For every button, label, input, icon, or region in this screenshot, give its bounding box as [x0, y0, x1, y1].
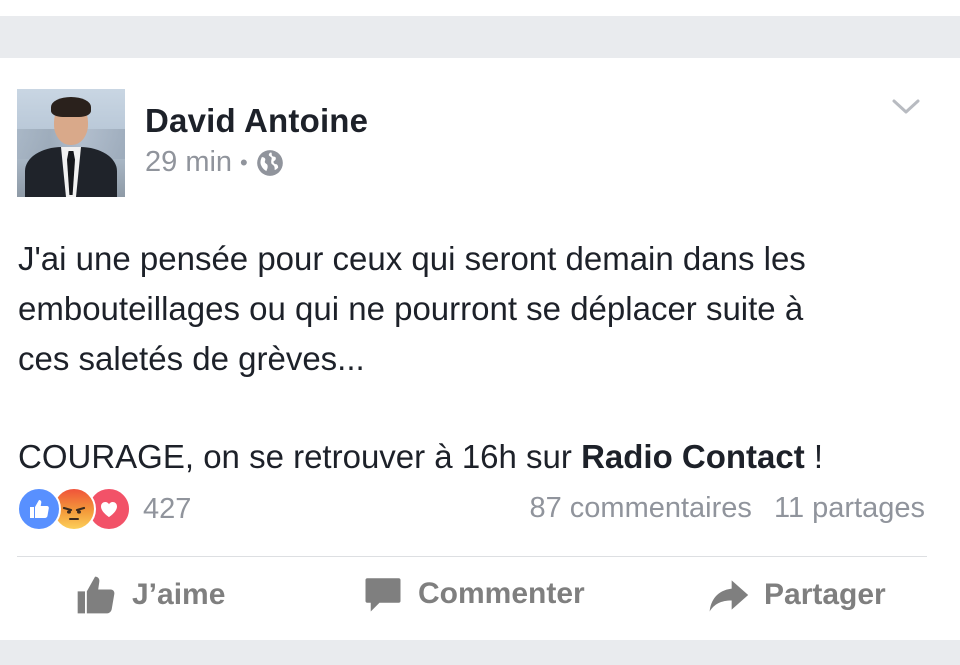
post-timestamp[interactable]: 29 min	[145, 146, 232, 179]
post-line: J'ai une pensée pour ceux qui seront dem…	[18, 240, 806, 277]
author-avatar[interactable]	[17, 89, 125, 197]
divider	[17, 556, 927, 557]
like-icon	[17, 487, 61, 531]
radio-contact-mention[interactable]: Radio Contact	[581, 438, 805, 475]
author-name[interactable]: David Antoine	[145, 102, 368, 140]
reactions-summary[interactable]: 427	[17, 487, 191, 531]
post-line: ces saletés de grèves...	[18, 340, 365, 377]
courage-suffix: !	[804, 438, 824, 475]
like-button[interactable]: J’aime	[74, 573, 225, 617]
comment-button[interactable]: Commenter	[362, 573, 585, 615]
like-label: J’aime	[132, 578, 226, 611]
comment-label: Commenter	[418, 577, 585, 610]
post-line-courage: COURAGE, on se retrouver à 16h sur Radio…	[18, 432, 948, 482]
share-label: Partager	[764, 578, 886, 611]
globe-icon[interactable]	[256, 149, 284, 177]
post-line: embouteillages ou qui ne pourront se dép…	[18, 290, 804, 327]
share-button[interactable]: Partager	[706, 573, 886, 617]
share-arrow-icon	[709, 580, 749, 612]
meta-separator: •	[240, 149, 248, 175]
post-body: J'ai une pensée pour ceux qui seront dem…	[18, 234, 948, 482]
chevron-down-icon[interactable]	[890, 94, 922, 118]
post-meta: 29 min •	[145, 146, 284, 179]
courage-text: COURAGE, on se retrouver à 16h sur	[18, 438, 582, 475]
post-card: David Antoine 29 min • J'ai une pensée p…	[0, 58, 960, 640]
previous-card-edge	[0, 0, 960, 16]
engagement-counts: 87 commentaires 11 partages	[529, 492, 925, 525]
action-bar: J’aime Commenter Partager	[0, 573, 960, 625]
comments-count[interactable]: 87 commentaires	[529, 492, 751, 524]
comment-icon	[365, 578, 401, 612]
thumbs-up-icon	[77, 576, 115, 614]
shares-count[interactable]: 11 partages	[774, 492, 925, 524]
reactions-count[interactable]: 427	[143, 493, 191, 526]
